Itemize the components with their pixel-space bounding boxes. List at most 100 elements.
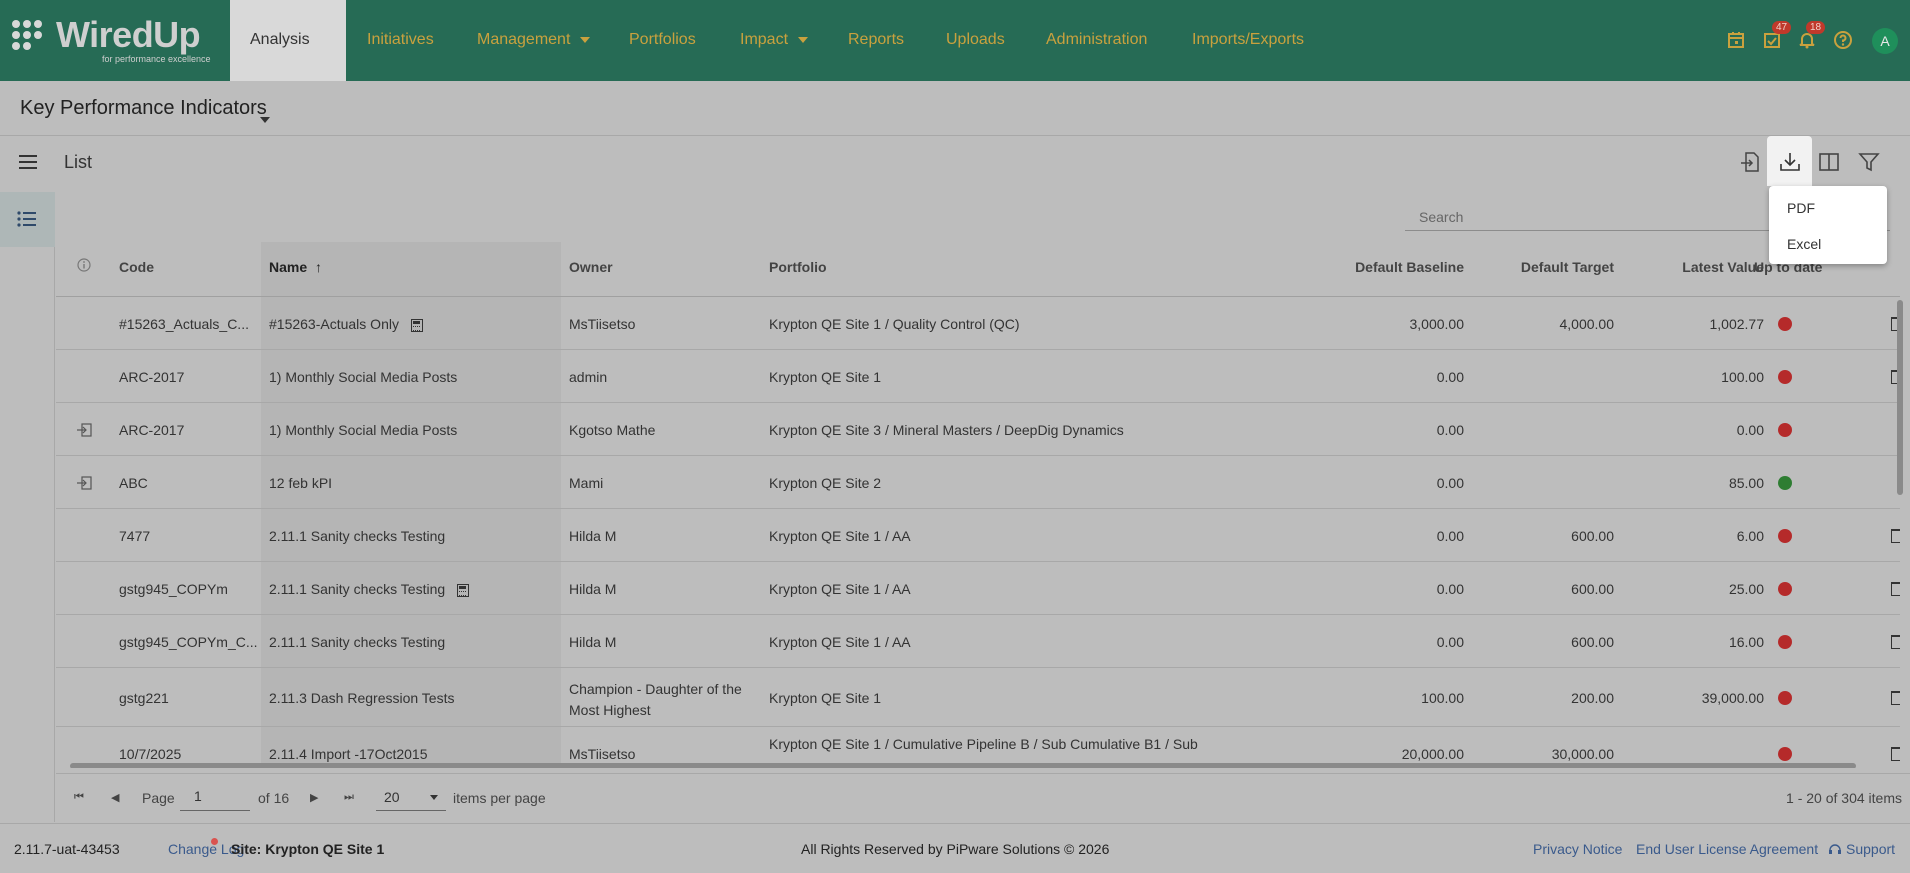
nav-administration[interactable]: Administration [1046, 0, 1147, 81]
cell-latest-value: 6.00 [1736, 528, 1764, 544]
list-view-button[interactable] [0, 192, 55, 247]
filter-icon[interactable] [1857, 150, 1881, 174]
last-page-icon[interactable]: ⏭ [344, 791, 354, 804]
items-per-page-label: items per page [453, 790, 546, 806]
cell-default-baseline: 0.00 [1436, 369, 1464, 385]
list-label: List [64, 152, 93, 172]
header-owner[interactable]: Owner [569, 259, 613, 275]
linked-kpi-icon [77, 423, 92, 437]
cell-name[interactable]: 12 feb kPI [269, 475, 559, 491]
cell-name[interactable]: 1) Monthly Social Media Posts [269, 422, 559, 438]
cell-name[interactable]: 2.11.1 Sanity checks Testing [269, 581, 559, 597]
delete-icon[interactable] [1891, 582, 1900, 596]
columns-icon[interactable] [1817, 150, 1841, 174]
table-row[interactable]: gstg945_COPYm 2.11.1 Sanity checks Testin… [56, 562, 1900, 615]
title-divider [0, 135, 1910, 136]
cell-name[interactable]: 2.11.1 Sanity checks Testing [269, 528, 559, 544]
header-name[interactable]: Name ↑ [269, 259, 322, 275]
wiredup-logo[interactable]: WiredUp for performance excellence [12, 14, 222, 68]
cell-latest-value: 39,000.00 [1701, 690, 1764, 706]
support-icon[interactable] [1828, 842, 1842, 856]
cell-name[interactable]: 2.11.3 Dash Regression Tests [269, 690, 559, 706]
cell-name[interactable]: 2.11.4 Import -17Oct2015 [269, 746, 559, 762]
delete-icon[interactable] [1891, 529, 1900, 543]
cell-owner: admin [569, 369, 608, 385]
table-row[interactable]: ARC-2017 1) Monthly Social Media Posts Kgo… [56, 403, 1900, 456]
hamburger-menu-icon[interactable] [18, 152, 38, 172]
cell-code: 7477 [119, 528, 151, 544]
export-excel-option[interactable]: Excel [1787, 236, 1821, 252]
items-per-page-select[interactable]: 20 [376, 781, 446, 811]
nav-portfolios[interactable]: Portfolios [629, 0, 696, 81]
cell-code: ABC [119, 475, 148, 491]
table-row[interactable]: 7477 2.11.1 Sanity checks Testing Hilda MK… [56, 509, 1900, 562]
next-page-icon[interactable]: ▶ [310, 791, 318, 804]
page-number-input[interactable] [180, 781, 250, 811]
header-code[interactable]: Code [119, 259, 154, 275]
privacy-notice-link[interactable]: Privacy Notice [1533, 841, 1622, 857]
table-row[interactable]: ABC 12 feb kPI Mami Krypton QE Site 2 0.00 85… [56, 456, 1900, 509]
user-avatar[interactable]: A [1872, 28, 1898, 54]
delete-icon[interactable] [1891, 635, 1900, 649]
cell-name[interactable]: 1) Monthly Social Media Posts [269, 369, 559, 385]
calendar-icon[interactable] [1726, 30, 1746, 50]
status-indicator-red [1778, 635, 1792, 649]
kpi-grid: Code Name ↑ Owner Portfolio Default Base… [56, 242, 1900, 768]
horizontal-scrollbar[interactable] [70, 763, 1856, 768]
prev-page-icon[interactable]: ◀ [111, 791, 119, 804]
first-page-icon[interactable]: ⏮ [74, 791, 84, 804]
cell-default-baseline: 0.00 [1436, 422, 1464, 438]
nav-management[interactable]: Management [477, 0, 591, 81]
vertical-scrollbar[interactable] [1897, 300, 1903, 495]
cell-default-target: 30,000.00 [1551, 746, 1614, 762]
cell-latest-value: 100.00 [1721, 369, 1764, 385]
table-row[interactable]: gstg221 2.11.3 Dash Regression Tests Champ… [56, 668, 1900, 727]
logo-tagline: for performance excellence [102, 54, 211, 64]
cell-owner-line2: Most Highest [569, 702, 651, 718]
nav-analysis[interactable]: Analysis [230, 0, 346, 123]
cell-code: gstg945_COPYm_C... [119, 634, 258, 650]
table-row[interactable]: ARC-2017 1) Monthly Social Media Posts adm… [56, 350, 1900, 403]
table-row[interactable]: 10/7/2025 2.11.4 Import -17Oct2015 MsTiise… [56, 727, 1900, 768]
page-title: Key Performance Indicators [20, 97, 267, 119]
sort-asc-icon: ↑ [315, 259, 323, 275]
logo-dots-icon [12, 20, 52, 60]
table-row[interactable]: gstg945_COPYm_C... 2.11.1 Sanity checks T… [56, 615, 1900, 668]
cell-code: #15263_Actuals_C... [119, 316, 249, 332]
header-portfolio[interactable]: Portfolio [769, 259, 827, 275]
site-label: Site: Krypton QE Site 1 [231, 841, 385, 857]
info-icon[interactable] [77, 258, 91, 272]
left-rail [0, 192, 55, 822]
nav-impact[interactable]: Impact [740, 0, 809, 81]
nav-initiatives[interactable]: Initiatives [367, 0, 434, 81]
tasks-badge: 47 [1772, 21, 1792, 34]
status-indicator-red [1778, 747, 1792, 761]
export-pdf-option[interactable]: PDF [1787, 200, 1815, 216]
status-indicator-red [1778, 370, 1792, 384]
cell-latest-value: 16.00 [1728, 634, 1764, 650]
cell-code: ARC-2017 [119, 369, 185, 385]
cell-owner: MsTiisetso [569, 746, 636, 762]
delete-icon[interactable] [1891, 691, 1900, 705]
cell-owner: Kgotso Mathe [569, 422, 656, 438]
calculator-icon [410, 318, 423, 332]
nav-uploads[interactable]: Uploads [946, 0, 1005, 81]
export-download-icon[interactable] [1778, 150, 1802, 174]
cell-name[interactable]: #15263-Actuals Only [269, 316, 559, 332]
nav-imports-exports[interactable]: Imports/Exports [1192, 0, 1304, 81]
nav-reports[interactable]: Reports [848, 0, 904, 81]
chevron-down-icon [798, 36, 809, 43]
cell-code: 10/7/2025 [119, 746, 182, 762]
help-icon[interactable] [1833, 30, 1853, 50]
top-navigation-bar: WiredUp for performance excellence Analy… [0, 0, 1910, 123]
status-indicator-red [1778, 423, 1792, 437]
table-row[interactable]: #15263_Actuals_C... #15263-Actuals Only Ms… [56, 297, 1900, 350]
header-latest-value[interactable]: Latest Value [1506, 259, 1764, 275]
eula-link[interactable]: End User License Agreement [1636, 841, 1818, 857]
import-icon[interactable] [1738, 150, 1762, 174]
delete-icon[interactable] [1891, 747, 1900, 761]
cell-owner: MsTiisetso [569, 316, 636, 332]
cell-name[interactable]: 2.11.1 Sanity checks Testing [269, 634, 559, 650]
linked-kpi-icon [77, 476, 92, 490]
support-link[interactable]: Support [1846, 841, 1895, 857]
